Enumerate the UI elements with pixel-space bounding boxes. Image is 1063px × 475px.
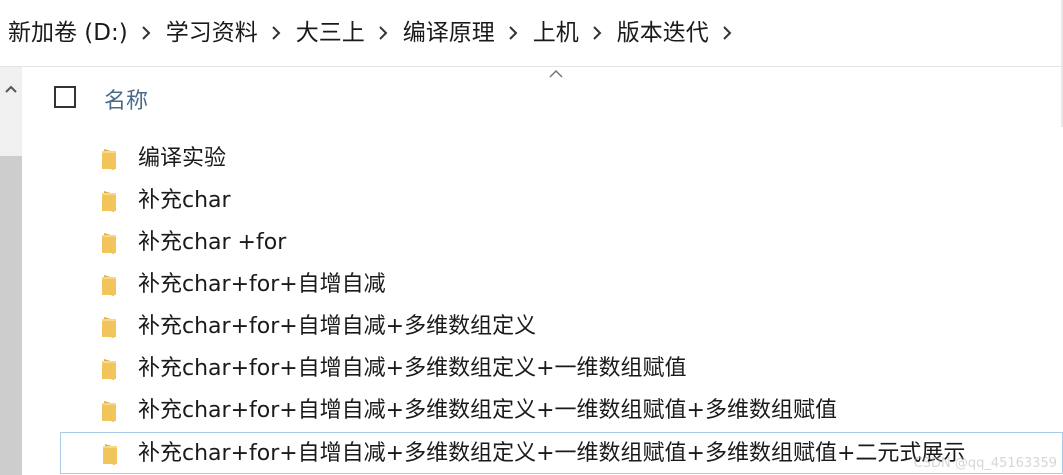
column-header-name[interactable]: 名称	[104, 83, 148, 115]
file-name: 补充char+for+自增自减+多维数组定义+一维数组赋值+多维数组赋值	[138, 398, 837, 423]
list-item[interactable]: 补充char	[30, 180, 1063, 222]
file-name: 补充char+for+自增自减+多维数组定义+一维数组赋值	[138, 356, 687, 381]
watermark: CSDN @qq_45163359	[913, 456, 1057, 471]
chevron-right-icon[interactable]	[378, 25, 388, 41]
chevron-right-icon[interactable]	[508, 25, 518, 41]
breadcrumb-lab[interactable]: 上机	[533, 21, 579, 45]
address-bar[interactable]: 新加卷 (D:) 学习资料 大三上 编译原理 上机 版本迭代	[0, 0, 1063, 67]
select-all-checkbox[interactable]	[54, 86, 76, 108]
file-name: 补充char +for	[138, 230, 287, 255]
breadcrumb-versions[interactable]: 版本迭代	[617, 21, 709, 45]
list-item[interactable]: 补充char+for+自增自减+多维数组定义+一维数组赋值+多维数组赋值	[30, 390, 1063, 432]
sort-ascending-icon	[549, 69, 563, 78]
chevron-right-icon[interactable]	[722, 25, 732, 41]
folder-icon	[102, 149, 116, 170]
folder-icon	[102, 401, 116, 422]
breadcrumb-junior-year[interactable]: 大三上	[296, 21, 365, 45]
list-item[interactable]: 补充char+for+自增自减+多维数组定义+一维数组赋值	[30, 348, 1063, 390]
breadcrumb-compiler[interactable]: 编译原理	[403, 21, 495, 45]
file-name: 补充char+for+自增自减+多维数组定义	[138, 314, 537, 339]
folder-icon	[102, 191, 116, 212]
file-list: 编译实验 补充char 补充char +for 补充char+for+自增自减 …	[30, 138, 1063, 474]
scroll-up-button[interactable]	[0, 67, 22, 111]
chevron-right-icon[interactable]	[141, 25, 151, 41]
vertical-scrollbar[interactable]	[0, 67, 22, 475]
column-header-row: 名称	[30, 67, 1063, 129]
list-item[interactable]: 补充char +for	[30, 222, 1063, 264]
list-item[interactable]: 编译实验	[30, 138, 1063, 180]
breadcrumb: 新加卷 (D:) 学习资料 大三上 编译原理 上机 版本迭代	[0, 0, 747, 66]
chevron-right-icon[interactable]	[592, 25, 602, 41]
file-name: 补充char+for+自增自减+多维数组定义+一维数组赋值+多维数组赋值+二元式…	[138, 441, 966, 466]
breadcrumb-drive[interactable]: 新加卷 (D:)	[8, 21, 128, 45]
breadcrumb-study-materials[interactable]: 学习资料	[166, 21, 258, 45]
list-item[interactable]: 补充char+for+自增自减	[30, 264, 1063, 306]
folder-icon	[102, 359, 116, 380]
chevron-right-icon[interactable]	[271, 25, 281, 41]
file-name: 编译实验	[138, 146, 227, 171]
folder-icon	[103, 444, 117, 465]
chevron-up-icon	[5, 85, 17, 93]
folder-icon	[102, 317, 116, 338]
scroll-thumb[interactable]	[0, 156, 22, 475]
file-name: 补充char+for+自增自减	[138, 272, 386, 297]
list-item-selected[interactable]: 补充char+for+自增自减+多维数组定义+一维数组赋值+多维数组赋值+二元式…	[60, 432, 1063, 474]
folder-icon	[102, 233, 116, 254]
list-item[interactable]: 补充char+for+自增自减+多维数组定义	[30, 306, 1063, 348]
folder-icon	[102, 275, 116, 296]
file-name: 补充char	[138, 188, 231, 213]
